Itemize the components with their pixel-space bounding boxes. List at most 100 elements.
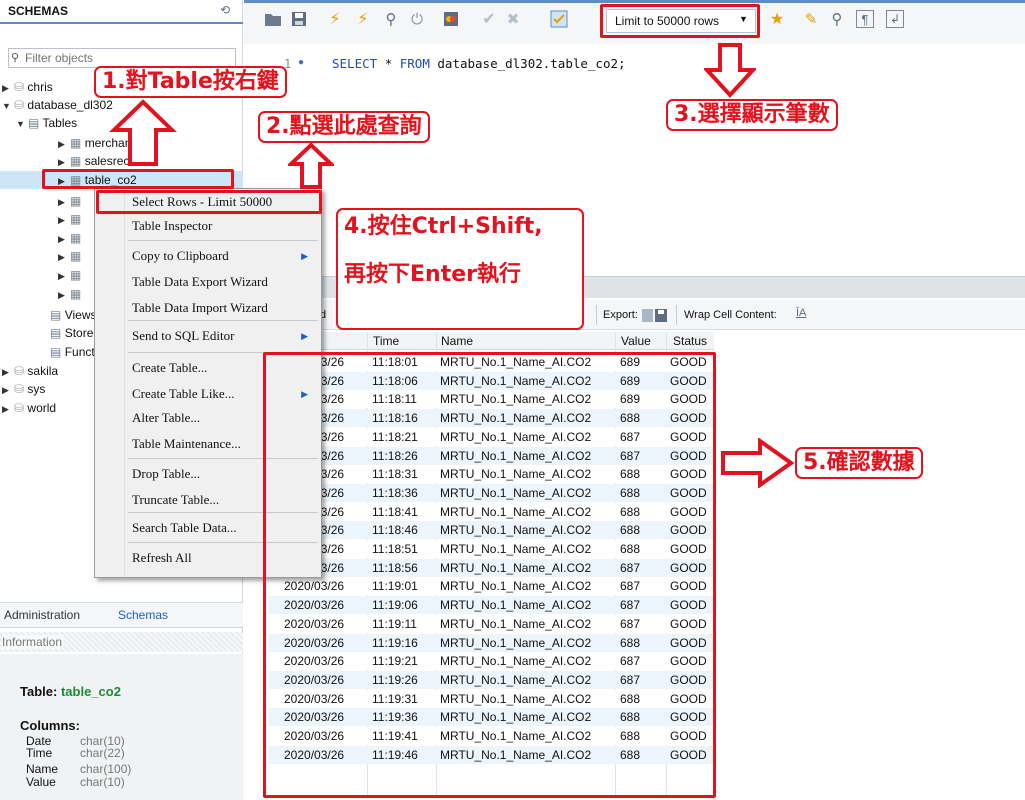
commit-icon[interactable]: ✔ (478, 8, 500, 30)
context-menu-item[interactable]: Table Inspector (94, 214, 320, 238)
context-menu-item-label: Table Data Export Wizard (132, 274, 268, 289)
highlight-table-co2 (42, 169, 234, 189)
rollback-icon[interactable]: ✖ (502, 8, 524, 30)
context-menu-item-label: Truncate Table... (132, 492, 220, 507)
save-icon[interactable] (288, 8, 310, 30)
arrow-up-step2-icon (288, 142, 334, 189)
context-menu-item[interactable]: Table Data Import Wizard (94, 296, 320, 320)
table-hidden-4[interactable]: ▶ ▦ (58, 247, 81, 265)
execute-current-icon[interactable]: ⚡ (352, 8, 374, 30)
collapse-icon[interactable]: ▼ (16, 115, 28, 133)
sql-star: * (384, 56, 393, 71)
context-menu-item-label: Table Inspector (132, 218, 213, 233)
annotation-step-2: 2.點選此處查詢 (258, 111, 430, 143)
info-column-name: Name (26, 762, 59, 776)
views-folder[interactable]: ▤ Views (50, 306, 96, 324)
sidebar-header (0, 22, 243, 24)
info-column-time: Time (26, 746, 53, 760)
info-column-time-type: char(22) (80, 746, 125, 760)
annotation-step-4-line1: 4.按住Ctrl+Shift, (344, 214, 543, 239)
table-hidden-2[interactable]: ▶ ▦ (58, 210, 81, 228)
autocommit-icon[interactable] (548, 8, 570, 30)
column-header-value[interactable]: Value (621, 334, 651, 348)
schema-sakila[interactable]: ▶ ⛁ sakila (2, 362, 58, 380)
context-menu-item-label: Table Data Import Wizard (132, 300, 268, 315)
schema-database-dl302[interactable]: ▼ ⛁ database_dl302 (2, 96, 113, 114)
database-icon: ⛁ (14, 401, 25, 415)
expand-icon[interactable]: ▶ (2, 79, 14, 97)
context-menu-item-label: Refresh All (132, 550, 192, 565)
expand-icon[interactable]: ▶ (2, 381, 14, 399)
table-hidden-5[interactable]: ▶ ▦ (58, 266, 81, 284)
folder-icon: ▤ (28, 116, 40, 130)
invisible-chars-icon[interactable]: ¶ (856, 10, 874, 28)
submenu-arrow-icon: ▶ (301, 331, 308, 341)
stop-icon[interactable]: ⏻ (406, 8, 428, 30)
schema-world[interactable]: ▶ ⛁ world (2, 399, 56, 417)
annotation-step-1: 1.對Table按右鍵 (94, 66, 287, 98)
explain-icon[interactable]: ⚲ (380, 8, 402, 30)
toolbar-divider (596, 305, 597, 325)
info-header: Information (2, 635, 65, 649)
export-label: Export: (603, 309, 638, 321)
column-header-name[interactable]: Name (441, 334, 473, 348)
open-folder-icon[interactable] (262, 8, 284, 30)
toggle-results-icon[interactable] (440, 8, 462, 30)
annotation-step-3: 3.選擇顯示筆數 (666, 99, 838, 131)
execute-icon[interactable]: ⚡ (324, 8, 346, 30)
context-menu-item[interactable]: Copy to Clipboard ▶ (94, 244, 320, 268)
expand-icon[interactable]: ▶ (2, 400, 14, 418)
sql-query[interactable]: SELECT * FROM database_dl302.table_co2; (332, 56, 626, 71)
info-column-value: Value (26, 775, 56, 789)
line-marker-icon: ● (298, 57, 305, 68)
table-hidden-1[interactable]: ▶ ▦ (58, 192, 81, 210)
context-menu-item-label: Drop Table... (132, 466, 201, 481)
add-snippet-star-icon[interactable]: ★ (766, 8, 788, 30)
database-icon: ⛁ (14, 98, 25, 112)
info-column-value-type: char(10) (80, 775, 125, 789)
table-icon: ▦ (70, 136, 82, 150)
context-menu-item[interactable]: Table Data Export Wizard (94, 270, 320, 294)
highlight-select-rows (96, 190, 322, 214)
context-menu-item-label: Alter Table... (132, 410, 201, 425)
context-menu-item-label: Create Table... (132, 360, 208, 375)
context-menu-separator (128, 240, 318, 241)
context-menu-separator (128, 320, 318, 321)
info-table-name: table_co2 (60, 684, 121, 699)
find-icon[interactable]: ⚲ (826, 8, 848, 30)
column-header-status[interactable]: Status (673, 334, 707, 348)
table-hidden-6[interactable]: ▶ ▦ (58, 285, 81, 303)
folder-icon: ▤ (50, 326, 62, 340)
table-hidden-3[interactable]: ▶ ▦ (58, 229, 81, 247)
highlight-limit-select (600, 4, 760, 38)
expand-icon[interactable]: ▶ (2, 363, 14, 381)
arrow-up-step1-icon (109, 99, 177, 166)
table-icon: ▦ (70, 249, 82, 263)
filter-objects-input[interactable] (25, 50, 230, 66)
search-icon: ⚲ (11, 52, 20, 64)
beautify-icon[interactable]: ✎ (800, 8, 822, 30)
context-menu-item-label: Create Table Like... (132, 386, 235, 401)
tab-schemas[interactable]: Schemas (118, 608, 168, 622)
table-icon: ▦ (70, 194, 82, 208)
sidebar-refresh-icon[interactable]: ⟲ (220, 3, 230, 17)
schema-chris[interactable]: ▶ ⛁ chris (2, 78, 53, 96)
column-header-time[interactable]: Time (373, 334, 399, 348)
sidebar-title: SCHEMAS (8, 4, 69, 18)
tables-folder[interactable]: ▼ ▤ Tables (16, 114, 77, 132)
export-icon[interactable] (640, 305, 670, 328)
expand-icon[interactable]: ▶ (58, 135, 70, 153)
context-menu-item[interactable]: Send to SQL Editor ▶ (94, 324, 320, 348)
schema-sys[interactable]: ▶ ⛁ sys (2, 380, 45, 398)
context-menu-item-label: Table Maintenance... (132, 436, 241, 451)
filter-box[interactable]: ⚲ (8, 48, 236, 68)
collapse-icon[interactable]: ▼ (2, 97, 14, 115)
word-wrap-icon[interactable]: ↲ (886, 10, 904, 28)
toolbar-divider (676, 305, 677, 325)
folder-icon: ▤ (50, 345, 62, 359)
sql-table-ref: database_dl302.table_co2; (437, 56, 626, 71)
table-icon: ▦ (70, 268, 82, 282)
table-icon: ▦ (70, 287, 82, 301)
tab-administration[interactable]: Administration (4, 608, 80, 622)
wrap-cell-icon[interactable]: ĪA (796, 307, 806, 319)
